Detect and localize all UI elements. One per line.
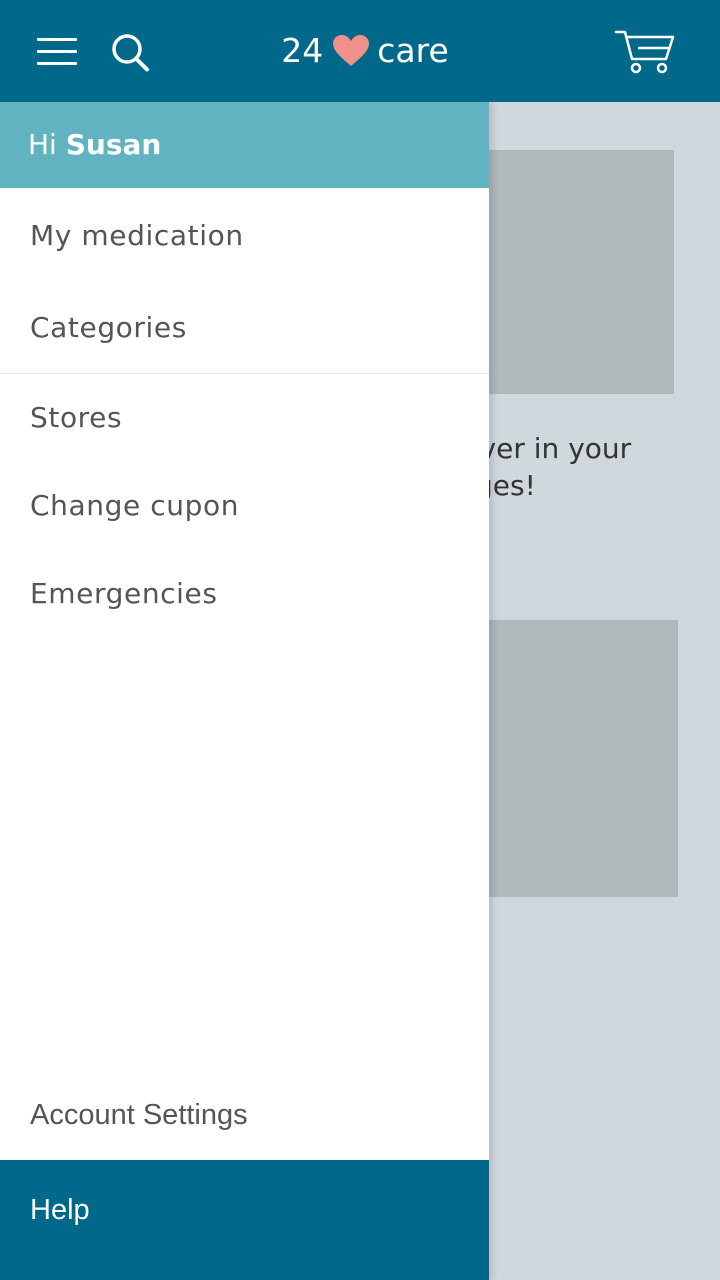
app-bar: 24 care [0, 0, 720, 102]
shopping-cart-icon[interactable] [612, 26, 678, 78]
product-image-placeholder [480, 150, 674, 394]
promo-text-line-1: liver in your [464, 432, 632, 465]
menu-item-emergencies[interactable]: Emergencies [0, 550, 489, 638]
screen: 24 care liver in your rges! Hi Susan My m… [0, 0, 720, 1280]
logo-number: 24 [281, 31, 324, 70]
greeting-text: Hi [28, 128, 57, 161]
drawer-footer: Account Settings Help [0, 1070, 489, 1280]
drawer-menu: My medication Categories Stores Change c… [0, 188, 489, 638]
menu-item-account-settings[interactable]: Account Settings [0, 1070, 489, 1160]
menu-item-stores[interactable]: Stores [0, 374, 489, 462]
heart-icon [333, 35, 370, 67]
drawer-header: Hi Susan [0, 102, 489, 188]
navigation-drawer: Hi Susan My medication Categories Stores… [0, 102, 489, 1280]
menu-item-my-medication[interactable]: My medication [0, 188, 489, 282]
product-image-placeholder-2 [480, 620, 678, 897]
menu-item-categories[interactable]: Categories [0, 282, 489, 374]
user-name: Susan [65, 128, 162, 161]
search-icon[interactable] [106, 26, 156, 78]
logo-word: care [377, 31, 449, 70]
promo-text-line-2: rges! [464, 469, 536, 502]
menu-item-change-cupon[interactable]: Change cupon [0, 462, 489, 550]
hamburger-menu-icon[interactable] [27, 26, 87, 78]
menu-item-help[interactable]: Help [0, 1160, 489, 1280]
